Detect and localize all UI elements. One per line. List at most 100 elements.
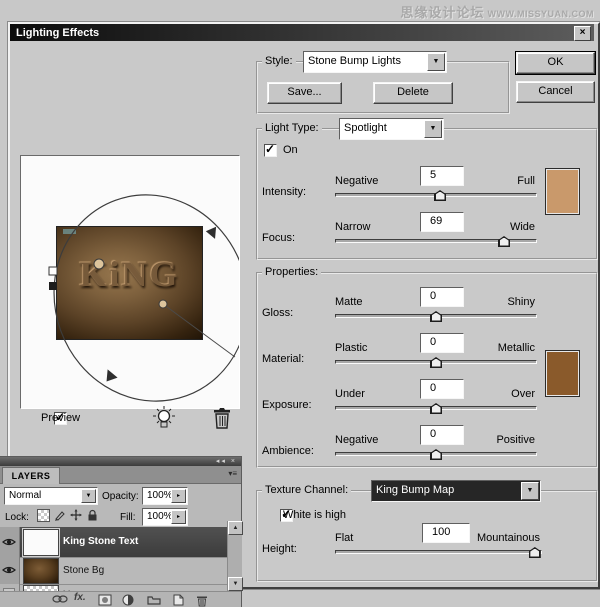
exposure-slider-track[interactable] [335,406,537,410]
close-icon[interactable]: × [574,26,591,41]
height-right-label: Mountainous [477,532,540,544]
on-checkbox[interactable]: ✓ [264,144,277,157]
layer-name[interactable]: King Stone Text [63,536,138,547]
gloss-left-label: Matte [335,296,363,308]
lock-position-icon[interactable] [70,509,82,521]
light-footprint-overlay [21,156,239,406]
ellipse-arrow-icon[interactable] [206,224,222,239]
ellipse-edge-handle[interactable] [49,282,57,290]
texture-channel-dropdown[interactable]: King Bump Map ▼ [371,480,541,502]
height-left-label: Flat [335,532,353,544]
opacity-value: 100% [147,490,173,501]
scroll-up-icon[interactable]: ▲ [228,521,243,535]
light-type-dropdown[interactable]: Spotlight ▼ [339,118,444,140]
height-slider-track[interactable] [335,550,542,554]
intensity-slider-track[interactable] [335,193,537,197]
fill-label: Fill: [120,512,136,523]
screenshot-root: 思缘设计论坛 WWW.MISSYUAN.COM Lighting Effects… [0,0,600,607]
panel-grip-bar[interactable]: ◂◂ × [0,457,241,466]
dialog-title: Lighting Effects [10,27,99,39]
delete-button[interactable]: Delete [373,82,453,104]
layer-style-fx-icon[interactable]: fx. [74,592,86,603]
fill-spinner-icon[interactable]: ▸ [171,510,186,524]
light-preview-canvas[interactable]: KiNG [20,155,240,409]
style-dropdown-arrow-icon[interactable]: ▼ [427,53,445,71]
ellipse-arrow-icon[interactable] [101,369,117,385]
focus-left-label: Narrow [335,221,370,233]
watermark: 思缘设计论坛 WWW.MISSYUAN.COM [294,2,594,21]
adjustment-layer-icon[interactable] [122,594,134,606]
delete-layer-icon[interactable] [196,594,208,607]
collapse-panel-icon[interactable]: ◂◂ [216,458,227,465]
trash-icon[interactable] [212,406,232,430]
ellipse-edge-handle[interactable] [49,267,57,275]
layers-panel: ◂◂ × LAYERS ▾≡ Normal ▼ Opacity: 100% ▸ … [0,457,241,607]
material-label: Material: [262,353,304,365]
layer-name[interactable]: Stone Bg [63,565,104,576]
texture-channel-dropdown-arrow-icon[interactable]: ▼ [521,482,539,500]
dialog-titlebar[interactable]: Lighting Effects × [10,24,594,41]
layer-thumbnail[interactable] [23,558,59,584]
focus-input[interactable]: 69 [420,212,464,232]
focus-slider-track[interactable] [335,239,537,243]
layers-toolbar: fx. [0,591,241,607]
style-label: Style: [262,55,296,67]
eye-icon[interactable] [2,565,16,575]
lock-all-icon[interactable] [87,509,98,521]
exposure-input[interactable]: 0 [420,379,464,399]
intensity-left-label: Negative [335,175,378,187]
layer-row-king-stone-text[interactable]: King Stone Text [0,527,227,558]
gloss-label: Gloss: [262,307,293,319]
eye-icon[interactable] [2,537,16,547]
lock-transparency-icon[interactable] [37,509,50,522]
opacity-spinner-icon[interactable]: ▸ [171,489,186,503]
lock-label: Lock: [5,512,29,523]
material-color-swatch[interactable] [545,350,580,397]
on-checkbox-label: On [283,144,298,156]
save-button[interactable]: Save... [267,82,342,104]
material-input[interactable]: 0 [420,333,464,353]
layer-mask-icon[interactable] [98,594,112,606]
light-type-dropdown-arrow-icon[interactable]: ▼ [424,120,442,138]
light-center-handle[interactable] [159,300,167,308]
scroll-down-icon[interactable]: ▼ [228,577,243,591]
material-slider-track[interactable] [335,360,537,364]
fill-value: 100% [147,511,173,522]
tab-layers[interactable]: LAYERS [2,467,60,484]
blend-mode-arrow-icon[interactable]: ▼ [81,489,96,503]
focus-label: Focus: [262,232,295,244]
ambience-slider-track[interactable] [335,452,537,456]
ambience-input[interactable]: 0 [420,425,464,445]
new-layer-icon[interactable] [172,594,184,606]
layers-scrollbar[interactable]: ▲ ▼ [227,521,242,591]
layer-thumbnail[interactable] [23,529,59,556]
blend-mode-dropdown[interactable]: Normal ▼ [4,487,98,505]
link-layers-icon[interactable] [52,594,68,604]
light-hotspot-handle[interactable] [94,259,104,269]
blend-mode-value: Normal [9,490,41,501]
layer-group-icon[interactable] [147,594,161,605]
visibility-cell[interactable] [0,527,20,557]
panel-tab-row: LAYERS ▾≡ [0,466,241,484]
light-ellipse[interactable] [25,167,239,406]
watermark-cn: 思缘设计论坛 [400,5,484,20]
exposure-right-label: Over [511,388,535,400]
cancel-button[interactable]: Cancel [516,81,595,103]
opacity-field[interactable]: 100% ▸ [142,487,188,505]
style-dropdown[interactable]: Stone Bump Lights ▼ [303,51,447,73]
gloss-right-label: Shiny [507,296,535,308]
light-color-swatch[interactable] [545,168,580,215]
intensity-label: Intensity: [262,186,306,198]
gloss-input[interactable]: 0 [420,287,464,307]
height-input[interactable]: 100 [422,523,470,543]
panel-menu-icon[interactable]: ▾≡ [228,469,237,478]
gloss-slider-track[interactable] [335,314,537,318]
visibility-cell[interactable] [0,557,20,584]
intensity-input[interactable]: 5 [420,166,464,186]
close-panel-icon[interactable]: × [231,458,237,465]
lock-brush-icon[interactable] [54,509,66,521]
fill-field[interactable]: 100% ▸ [142,508,188,526]
light-bulb-icon[interactable] [152,405,176,431]
ok-button[interactable]: OK [516,52,595,74]
layer-row-stone-bg[interactable]: Stone Bg [0,557,227,585]
